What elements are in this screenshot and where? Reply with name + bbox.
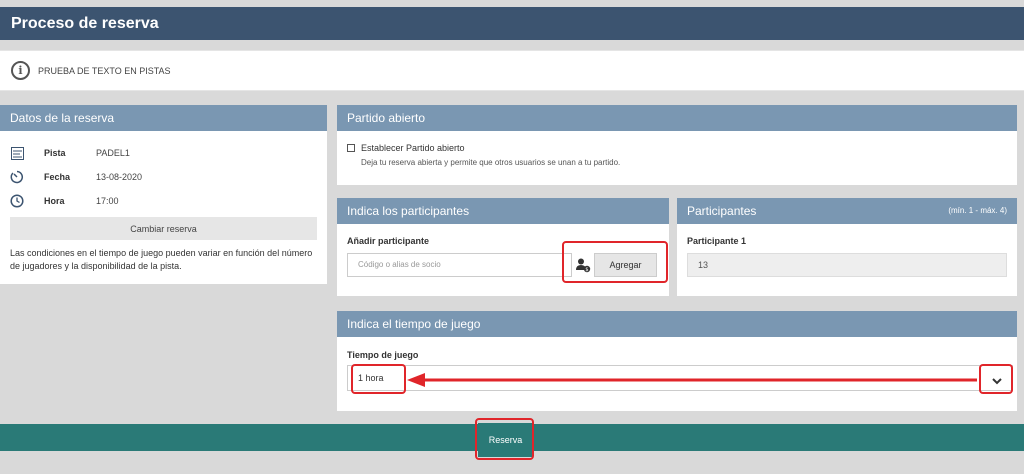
hora-value: 17:00 <box>96 196 119 206</box>
open-match-title: Partido abierto <box>337 105 1017 131</box>
reservation-data-title: Datos de la reserva <box>0 105 327 131</box>
highlight-add <box>562 241 668 283</box>
add-participants-panel: Indica los participantes Añadir particip… <box>337 198 669 296</box>
notice-text: PRUEBA DE TEXTO EN PISTAS <box>38 65 171 76</box>
row-fecha: Fecha 13-08-2020 <box>10 170 142 184</box>
highlight-reserve <box>475 418 534 460</box>
participant-1-value: 13 <box>687 253 1007 277</box>
add-participant-label: Añadir participante <box>347 236 430 246</box>
fecha-value: 13-08-2020 <box>96 172 143 182</box>
conditions-text: Las condiciones en el tiempo de juego pu… <box>10 248 313 271</box>
court-icon <box>10 146 24 160</box>
row-pista: Pista PADEL1 <box>10 146 130 160</box>
member-code-input[interactable]: Código o alias de socio <box>347 253 572 277</box>
highlight-dropdown <box>979 364 1013 394</box>
red-arrow-annotation <box>407 373 977 387</box>
reservation-data-panel: Datos de la reserva Pista PADEL1 Fecha 1… <box>0 105 327 284</box>
play-time-label: Tiempo de juego <box>347 350 419 360</box>
highlight-selected-value <box>351 364 406 394</box>
hora-label: Hora <box>44 196 65 206</box>
participants-title: Participantes (mín. 1 - máx. 4) <box>677 198 1017 224</box>
participant-1-label: Participante 1 <box>687 236 747 246</box>
info-icon: i <box>11 61 30 80</box>
pista-label: Pista <box>44 148 66 158</box>
timer-icon <box>10 170 24 184</box>
open-match-panel: Partido abierto Establecer Partido abier… <box>337 105 1017 185</box>
page-title: Proceso de reserva <box>0 7 1024 40</box>
pista-value: PADEL1 <box>96 148 130 158</box>
play-time-panel: Indica el tiempo de juego Tiempo de jueg… <box>337 311 1017 411</box>
change-reservation-button[interactable]: Cambiar reserva <box>10 217 317 240</box>
open-match-description: Deja tu reserva abierta y permite que ot… <box>361 158 621 167</box>
clock-icon <box>10 194 24 208</box>
open-match-checkbox-label: Establecer Partido abierto <box>361 143 465 153</box>
row-hora: Hora 17:00 <box>10 194 119 208</box>
add-participants-title: Indica los participantes <box>337 198 669 224</box>
open-match-checkbox[interactable] <box>347 144 355 152</box>
play-time-title: Indica el tiempo de juego <box>337 311 1017 337</box>
fecha-label: Fecha <box>44 172 71 182</box>
open-match-option[interactable]: Establecer Partido abierto <box>347 143 465 153</box>
participants-range: (mín. 1 - máx. 4) <box>948 206 1007 215</box>
notice-bar: i PRUEBA DE TEXTO EN PISTAS <box>0 50 1024 91</box>
participants-title-text: Participantes <box>687 204 757 218</box>
participants-panel: Participantes (mín. 1 - máx. 4) Particip… <box>677 198 1017 296</box>
